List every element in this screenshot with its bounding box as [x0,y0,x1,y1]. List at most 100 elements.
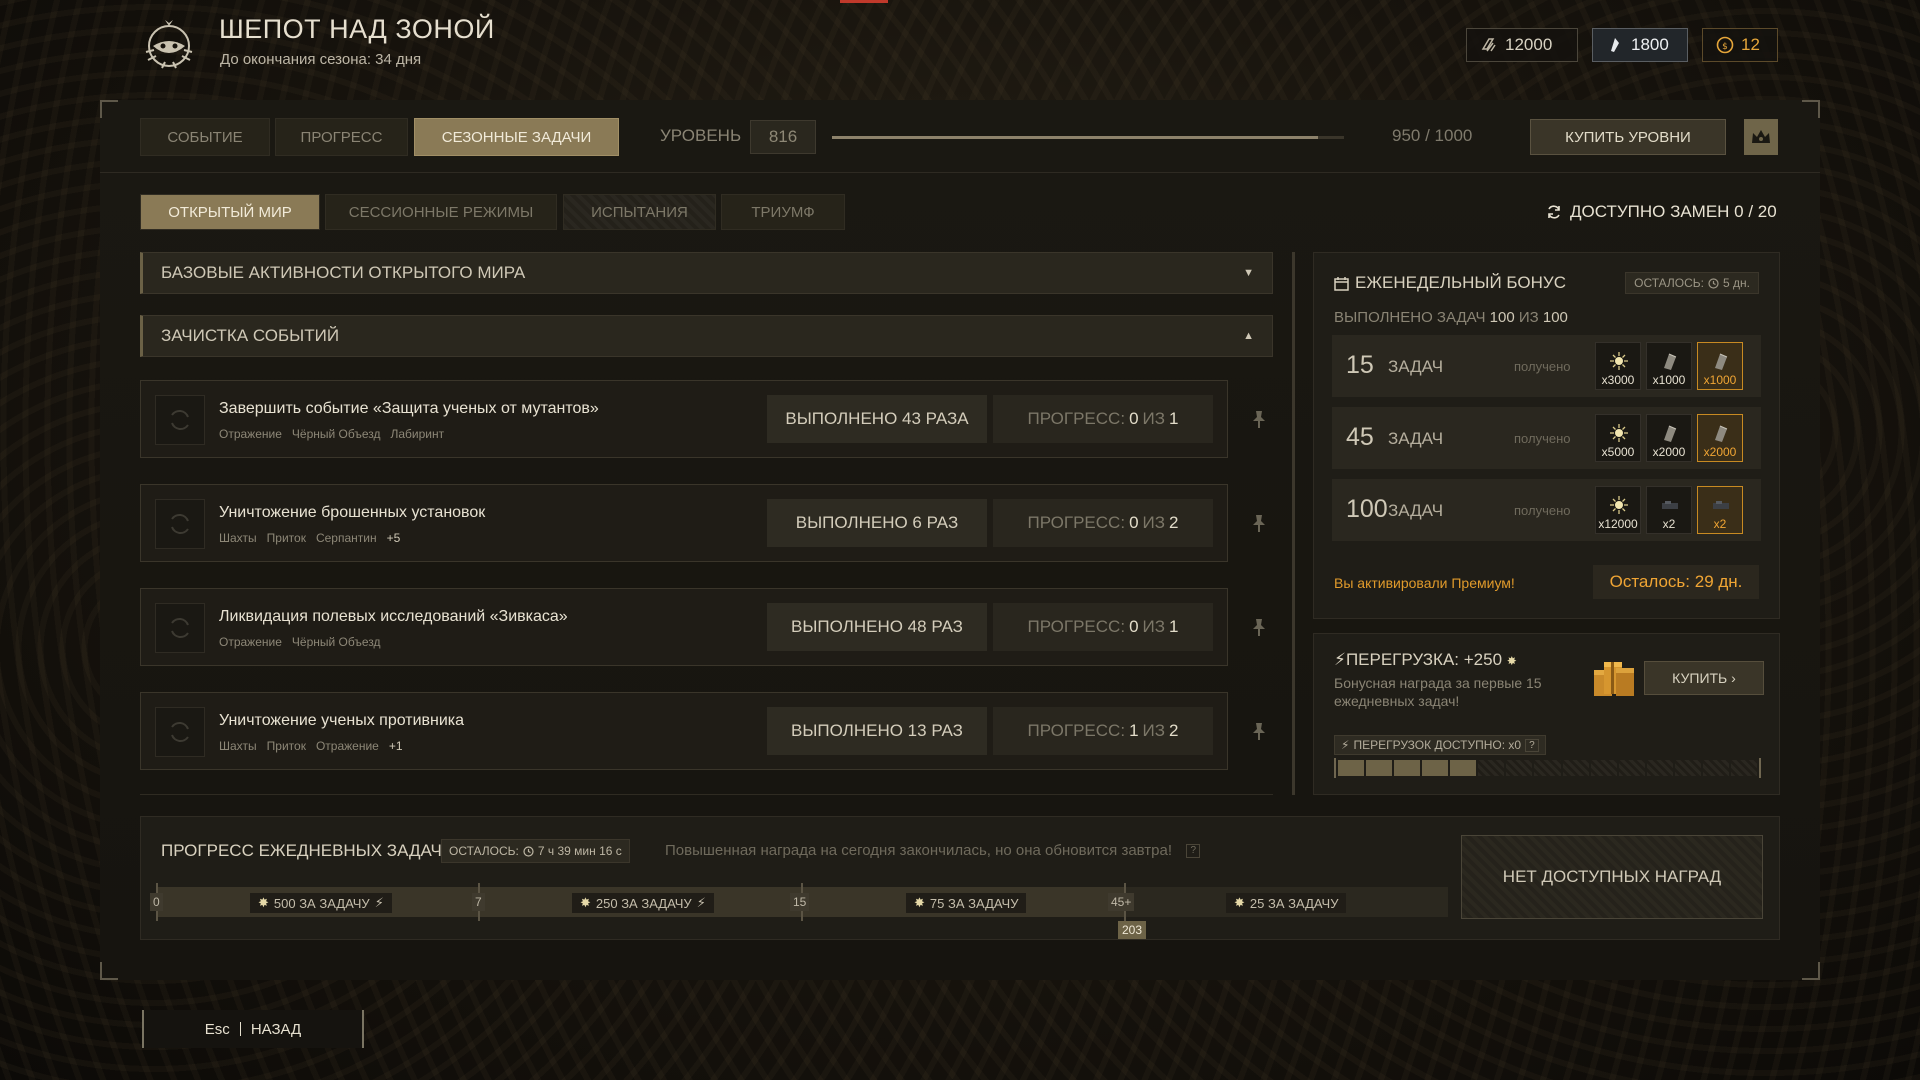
task-tags: Отражение Чёрный Объезд [219,635,380,649]
chevron-right-icon: › [1727,670,1736,686]
xp-progress-fill [832,136,1319,139]
chevron-down-icon: ▼ [1243,267,1254,279]
task-tag: Лабиринт [390,427,445,441]
currency-crystals[interactable]: 1800 [1592,28,1688,62]
done-value: 100 [1489,309,1515,326]
refresh-icon [171,514,189,534]
premium-crown-button[interactable] [1744,119,1778,155]
refresh-icon [171,618,189,638]
weekly-bonus-panel: ЕЖЕНЕДЕЛЬНЫЙ БОНУС ОСТАЛОСЬ: 5 дн. ВЫПОЛ… [1313,252,1780,619]
reward-slot[interactable]: x1000 [1697,342,1743,390]
subtab-session-modes[interactable]: СЕССИОННЫЕ РЕЖИМЫ [325,194,557,230]
reward-quantity: x12000 [1598,517,1638,531]
daily-info: Повышенная награда на сегодня закончилас… [665,842,1201,859]
current-progress-marker: 203 [1118,921,1147,939]
task-tags: Шахты Приток Отражение +1 [219,739,403,753]
divider [140,794,1273,795]
tab-season-tasks[interactable]: СЕЗОННЫЕ ЗАДАЧИ [414,118,619,156]
refresh-icon [171,722,189,742]
season-countdown: До окончания сезона: 34 дня [220,51,422,68]
task-tag: Шахты [219,739,257,753]
daily-progress-track: 0 7 15 45+ ✸ 500 ЗА ЗАДАЧУ ⚡ ✸ 250 ЗА ЗА… [150,883,1448,921]
gift-boxes-icon [1594,662,1634,696]
pin-icon[interactable] [1248,512,1270,534]
segment-reward-text: 25 ЗА ЗАДАЧУ [1249,895,1339,911]
calendar-icon [1334,276,1349,291]
task-row[interactable]: Ликвидация полевых исследований «Зивкаса… [140,588,1228,666]
back-button[interactable]: Esc НАЗАД [142,1010,364,1048]
task-tag: Отражение [219,635,282,649]
overload-segment [1730,760,1757,776]
frame-corner [100,962,118,980]
overload-segment [1338,760,1365,776]
task-row[interactable]: Уничтожение ученых противника Шахты Прито… [140,692,1228,770]
task-tag: Приток [266,739,306,753]
help-icon[interactable]: ? [1525,738,1539,752]
task-name: Уничтожение ученых противника [219,712,465,729]
section-event-cleanup[interactable]: ЗАЧИСТКА СОБЫТИЙ ▲ [140,315,1273,357]
pin-icon[interactable] [1248,720,1270,742]
currency-value: 12 [1741,35,1760,54]
reward-slot[interactable]: x2000 [1646,414,1692,462]
xp-progress-bar [832,136,1344,139]
task-tag: Серпантин [315,531,377,545]
progress-of: ИЗ [1142,617,1166,636]
currency-rubles[interactable]: 12000 [1466,28,1578,62]
segment-reward: ✸ 25 ЗА ЗАДАЧУ [1226,893,1347,913]
overload-segment [1534,760,1561,776]
crystal-icon [1611,38,1619,52]
reward-slot[interactable]: x2000 [1697,414,1743,462]
done-label: ВЫПОЛНЕНО ЗАДАЧ [1334,309,1486,326]
bolt-icon: ⚡ [696,895,706,910]
task-tag: Чёрный Объезд [291,427,381,441]
subtab-open-world[interactable]: ОТКРЫТЫЙ МИР [140,194,320,230]
tier-label: ЗАДАЧ [1388,357,1444,376]
weekly-title-text: ЕЖЕНЕДЕЛЬНЫЙ БОНУС [1355,273,1566,292]
tier-label: ЗАДАЧ [1388,501,1444,520]
tier-count: 15 [1346,351,1374,379]
task-row[interactable]: Завершить событие «Защита ученых от мута… [140,380,1228,458]
task-icon [155,499,205,549]
reward-slot[interactable]: x2 [1697,486,1743,534]
currency-coins[interactable]: $ 12 [1702,28,1778,62]
subtab-trials[interactable]: ИСПЫТАНИЯ [563,194,716,230]
frame-corner [1802,962,1820,980]
subtab-triumph[interactable]: ТРИУМФ [721,194,845,230]
reward-slot[interactable]: x3000 [1595,342,1641,390]
overload-segment [1674,760,1701,776]
no-rewards-button[interactable]: НЕТ ДОСТУПНЫХ НАГРАД [1461,835,1763,919]
reward-slot[interactable]: x5000 [1595,414,1641,462]
task-progress: ПРОГРЕСС: 1 ИЗ 2 [993,707,1213,755]
reward-star-icon: ✸ [258,895,269,910]
scrollbar[interactable] [1292,252,1295,795]
overload-buy-button[interactable]: КУПИТЬ › [1644,661,1764,695]
progress-current: 0 [1129,409,1139,428]
reward-quantity: x2000 [1703,445,1737,459]
reward-slot[interactable]: x2 [1646,486,1692,534]
progress-current: 1 [1129,721,1139,740]
pin-icon[interactable] [1248,616,1270,638]
segment-reward-text: 500 ЗА ЗАДАЧУ [273,895,370,911]
help-icon[interactable]: ? [1186,844,1201,859]
buy-levels-button[interactable]: КУПИТЬ УРОВНИ [1530,119,1726,155]
task-progress: ПРОГРЕСС: 0 ИЗ 2 [993,499,1213,547]
task-tag: Шахты [219,531,257,545]
tab-progress[interactable]: ПРОГРЕСС [275,118,408,156]
reward-slot[interactable]: x12000 [1595,486,1641,534]
overload-segment [1618,760,1645,776]
reward-star-icon: ✸ [1506,654,1517,668]
reward-quantity: x5000 [1601,445,1635,459]
pin-icon[interactable] [1248,408,1270,430]
premium-activated-text: Вы активировали Премиум! [1334,575,1515,591]
task-progress: ПРОГРЕСС: 0 ИЗ 1 [993,603,1213,651]
overload-segment [1506,760,1533,776]
overload-available-text: ПЕРЕГРУЗОК ДОСТУПНО: x0 [1353,738,1522,752]
top-accent [840,0,888,3]
tab-event[interactable]: СОБЫТИЕ [140,118,270,156]
section-basic-activities[interactable]: БАЗОВЫЕ АКТИВНОСТИ ОТКРЫТОГО МИРА ▼ [140,252,1273,294]
reward-slot[interactable]: x1000 [1646,342,1692,390]
currency-value: 12000 [1505,35,1553,54]
task-row[interactable]: Уничтожение брошенных установок Шахты При… [140,484,1228,562]
season-logo-icon [145,20,193,69]
task-tag: Приток [266,531,306,545]
